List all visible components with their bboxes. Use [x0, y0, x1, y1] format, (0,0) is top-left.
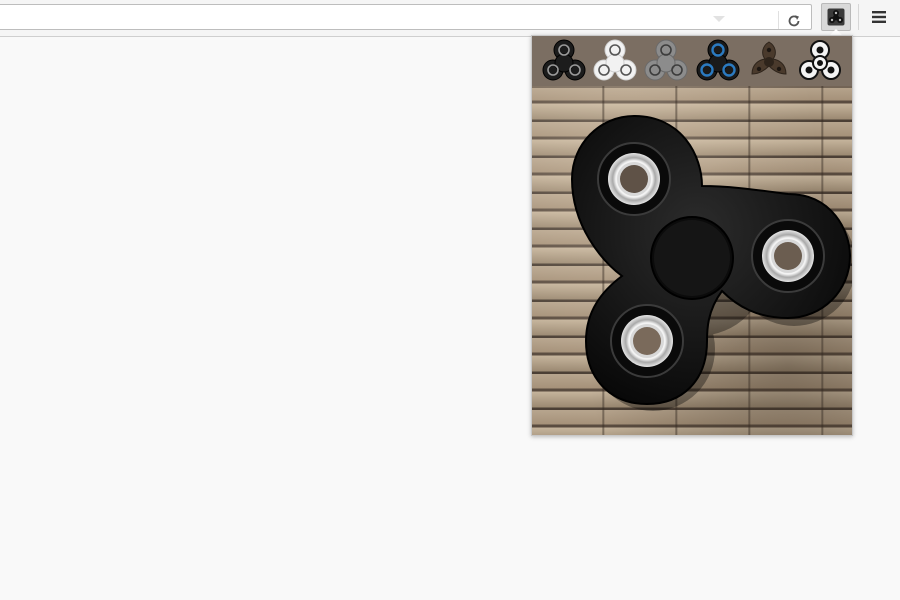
reload-button[interactable] [784, 11, 804, 31]
url-bar[interactable] [0, 4, 812, 30]
gray-spinner-option[interactable] [643, 38, 689, 84]
open-menu-button[interactable] [866, 5, 892, 29]
browser-toolbar [0, 0, 900, 37]
reload-icon [788, 15, 800, 27]
url-bar-separator [778, 11, 779, 29]
brown-spinner-option[interactable] [746, 38, 792, 84]
hamburger-menu-icon [872, 11, 886, 23]
fidget-spinner[interactable] [532, 86, 852, 435]
fidget-spinner-extension-button[interactable] [821, 3, 851, 31]
blue-spinner-option[interactable] [695, 38, 741, 84]
history-dropdown-icon[interactable] [713, 16, 725, 22]
outline-spinner-option[interactable] [797, 38, 843, 84]
fidget-spinner-popup [531, 35, 853, 436]
toolbar-separator [858, 4, 859, 30]
spinner-picker [532, 36, 852, 86]
black-spinner-option[interactable] [541, 38, 587, 84]
white-spinner-option[interactable] [592, 38, 638, 84]
spinner-stage [532, 86, 852, 435]
fidget-spinner-icon [827, 8, 845, 26]
